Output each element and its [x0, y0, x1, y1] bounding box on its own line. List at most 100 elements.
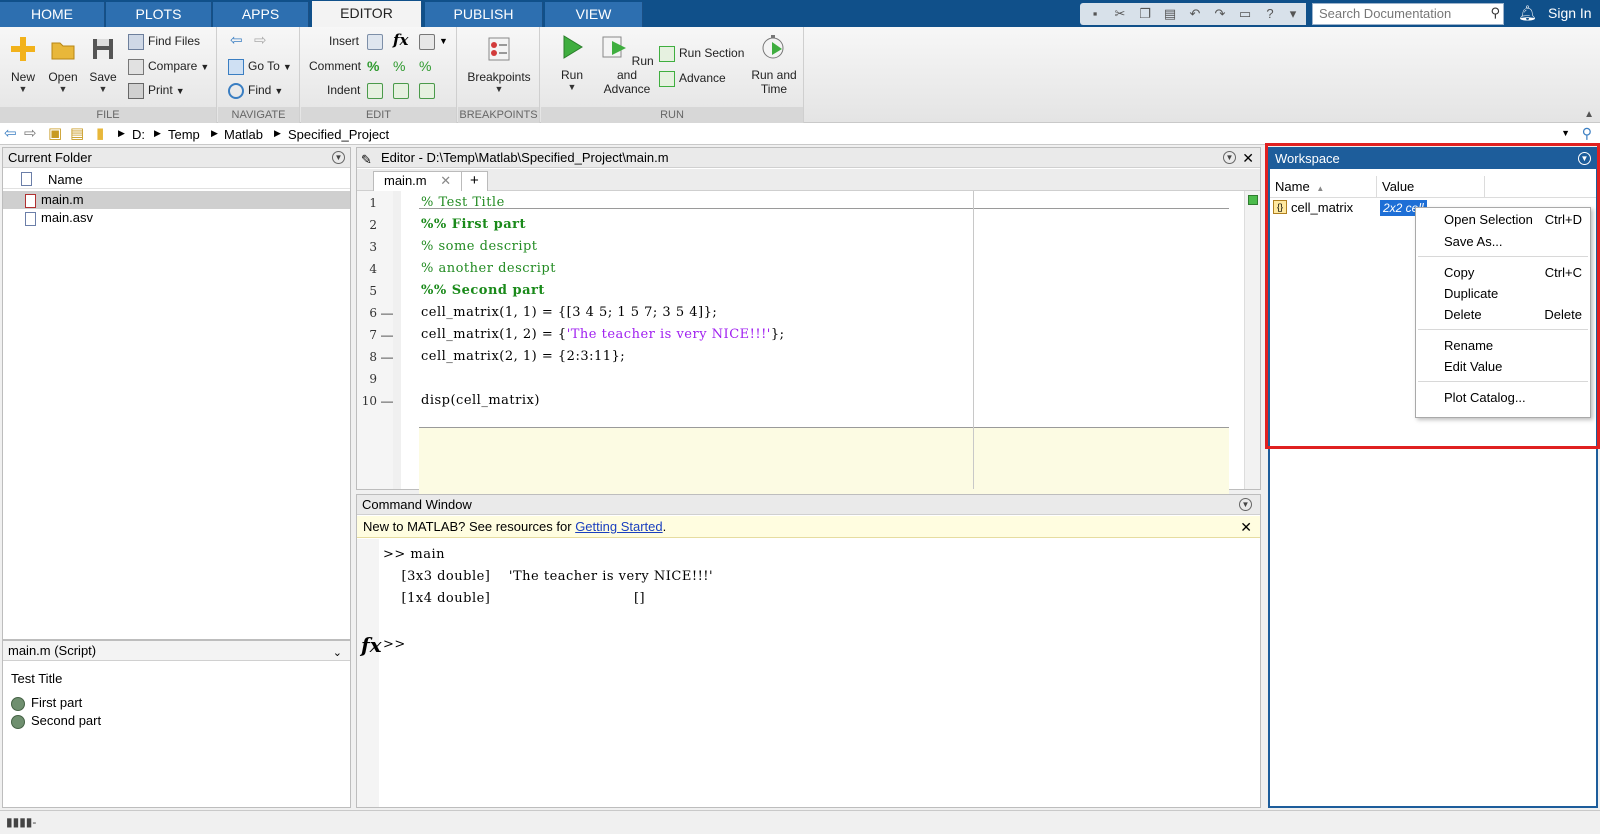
details-section-item[interactable]: First part — [11, 695, 82, 711]
forward-arrow-icon[interactable]: ⇨ — [254, 33, 267, 48]
executable-line-marker[interactable]: — — [381, 328, 393, 342]
find-button[interactable]: Find ▼ — [228, 80, 283, 100]
breadcrumb-project[interactable]: Specified_Project — [288, 127, 389, 142]
menu-item-plot-catalog[interactable]: Plot Catalog... — [1416, 388, 1590, 408]
compare-button[interactable]: Compare ▼ — [128, 56, 209, 76]
up-folder-icon[interactable]: ▣ — [48, 126, 62, 141]
help-icon[interactable]: ? — [1262, 6, 1278, 22]
menu-item-duplicate[interactable]: Duplicate — [1416, 284, 1590, 304]
open-button[interactable]: Open ▼ — [46, 35, 80, 94]
line-number[interactable]: 10 — [357, 394, 377, 408]
details-section-item[interactable]: Second part — [11, 713, 101, 729]
menu-item-edit-value[interactable]: Edit Value — [1416, 357, 1590, 377]
run-dropdown-icon[interactable]: ▼ — [555, 82, 589, 92]
line-number[interactable]: 7 — [357, 328, 377, 342]
name-column-header[interactable]: Name — [48, 172, 83, 187]
wrap-comments-icon[interactable]: % — [419, 58, 435, 74]
menu-item-copy[interactable]: Copy Ctrl+C — [1416, 263, 1590, 283]
file-row-main-m[interactable]: main.m — [3, 191, 350, 209]
line-number[interactable]: 9 — [357, 372, 377, 386]
menu-item-rename[interactable]: Rename — [1416, 336, 1590, 356]
code-line[interactable]: cell_matrix(1, 1) = {[3 4 5; 1 5 7; 3 5 … — [421, 305, 717, 320]
value-column-header[interactable]: Value — [1377, 176, 1485, 198]
decrease-indent-icon[interactable] — [419, 83, 435, 99]
code-line[interactable]: cell_matrix(2, 1) = {2:3:11}; — [421, 349, 625, 364]
tab-home[interactable]: HOME — [0, 2, 105, 27]
code-line[interactable]: % another descript — [421, 261, 556, 276]
editor-tab-main-m[interactable]: main.m ✕ — [373, 171, 463, 191]
new-dropdown-icon[interactable]: ▼ — [6, 84, 40, 94]
copy-icon[interactable]: ❐ — [1137, 6, 1153, 22]
go-to-dropdown-icon[interactable]: ▼ — [283, 62, 292, 72]
line-number[interactable]: 6 — [357, 306, 377, 320]
pane-actions-icon[interactable]: ▼ — [1223, 151, 1236, 164]
advance-button[interactable]: Advance — [659, 68, 726, 88]
close-tab-icon[interactable]: ✕ — [440, 173, 451, 188]
line-number[interactable]: 3 — [357, 240, 377, 254]
code-line[interactable]: cell_matrix(1, 2) = {'The teacher is ver… — [421, 327, 785, 342]
comment-percent-icon[interactable]: % — [367, 58, 383, 74]
save-dropdown-icon[interactable]: ▼ — [86, 84, 120, 94]
find-files-button[interactable]: Find Files — [128, 31, 200, 51]
pane-actions-icon[interactable]: ▼ — [1239, 498, 1252, 511]
code-line[interactable]: % Test Title — [421, 195, 505, 210]
tab-publish[interactable]: PUBLISH — [425, 2, 543, 27]
code-line[interactable]: %% First part — [421, 217, 526, 232]
increase-indent-icon[interactable] — [393, 83, 409, 99]
address-dropdown-icon[interactable]: ▼ — [1561, 128, 1570, 138]
code-line[interactable]: % some descript — [421, 239, 538, 254]
breadcrumb-matlab[interactable]: Matlab — [224, 127, 263, 142]
breadcrumb-temp[interactable]: Temp — [168, 127, 200, 142]
line-number[interactable]: 1 — [357, 196, 377, 210]
pane-actions-icon[interactable]: ▼ — [332, 151, 345, 164]
run-and-time-button[interactable]: Run and Time — [749, 33, 799, 96]
executable-line-marker[interactable]: — — [381, 350, 393, 364]
editor-vertical-scrollbar[interactable] — [1244, 191, 1260, 489]
save-icon[interactable]: ▪ — [1087, 6, 1103, 22]
back-icon[interactable]: ⇦ — [4, 126, 17, 141]
details-title[interactable]: main.m (Script) ⌄ — [3, 641, 350, 661]
line-number[interactable]: 4 — [357, 262, 377, 276]
notification-bell-icon[interactable]: 🔔︎ — [1518, 4, 1537, 22]
redo-icon[interactable]: ↷ — [1212, 6, 1228, 22]
insert-section-icon[interactable] — [367, 34, 383, 50]
go-to-button[interactable]: Go To ▼ — [228, 56, 292, 76]
search-icon[interactable]: ⚲ — [1490, 5, 1500, 21]
function-browser-icon[interactable]: fx — [361, 633, 382, 657]
collapse-toolstrip-icon[interactable]: ▲ — [1584, 109, 1594, 120]
browse-folder-icon[interactable]: ▤ — [70, 126, 84, 141]
sign-in-link[interactable]: Sign In — [1548, 5, 1592, 21]
close-icon[interactable]: ✕ — [1242, 148, 1254, 168]
breadcrumb-drive[interactable]: D: — [132, 127, 145, 142]
chevron-down-icon[interactable]: ⌄ — [333, 643, 342, 663]
close-banner-icon[interactable]: ✕ — [1240, 516, 1252, 538]
breakpoints-dropdown-icon[interactable]: ▼ — [464, 84, 534, 94]
getting-started-link[interactable]: Getting Started — [575, 519, 662, 534]
executable-line-marker[interactable]: — — [381, 394, 393, 408]
executable-line-marker[interactable]: — — [381, 306, 393, 320]
save-button[interactable]: Save ▼ — [86, 35, 120, 94]
undo-icon[interactable]: ↶ — [1187, 6, 1203, 22]
line-number[interactable]: 5 — [357, 284, 377, 298]
menu-item-open-selection[interactable]: Open Selection Ctrl+D — [1416, 210, 1590, 230]
open-dropdown-icon[interactable]: ▼ — [46, 84, 80, 94]
paste-icon[interactable]: ▤ — [1162, 6, 1178, 22]
pane-actions-icon[interactable]: ▼ — [1578, 152, 1591, 165]
smart-indent-icon[interactable] — [367, 83, 383, 99]
code-line[interactable]: %% Second part — [421, 283, 545, 298]
search-documentation-input[interactable]: Search Documentation ⚲ — [1312, 3, 1504, 25]
command-prompt-input[interactable]: >> — [383, 637, 406, 652]
insert-dropdown-arrow[interactable]: ▼ — [439, 36, 448, 46]
tab-plots[interactable]: PLOTS — [106, 2, 212, 27]
menu-item-delete[interactable]: Delete Delete — [1416, 305, 1590, 325]
customize-dropdown-icon[interactable]: ▾ — [1285, 6, 1301, 22]
switch-windows-icon[interactable]: ▭ — [1237, 6, 1253, 22]
code-analyzer-ok-indicator[interactable] — [1248, 195, 1258, 205]
breakpoints-button[interactable]: Breakpoints ▼ — [464, 35, 534, 94]
cut-icon[interactable]: ✂ — [1112, 6, 1128, 22]
forward-icon[interactable]: ⇨ — [24, 126, 37, 141]
compare-dropdown-icon[interactable]: ▼ — [200, 62, 209, 72]
tab-apps[interactable]: APPS — [213, 2, 309, 27]
insert-function-icon[interactable]: fx — [393, 32, 409, 48]
find-dropdown-icon[interactable]: ▼ — [274, 86, 283, 96]
